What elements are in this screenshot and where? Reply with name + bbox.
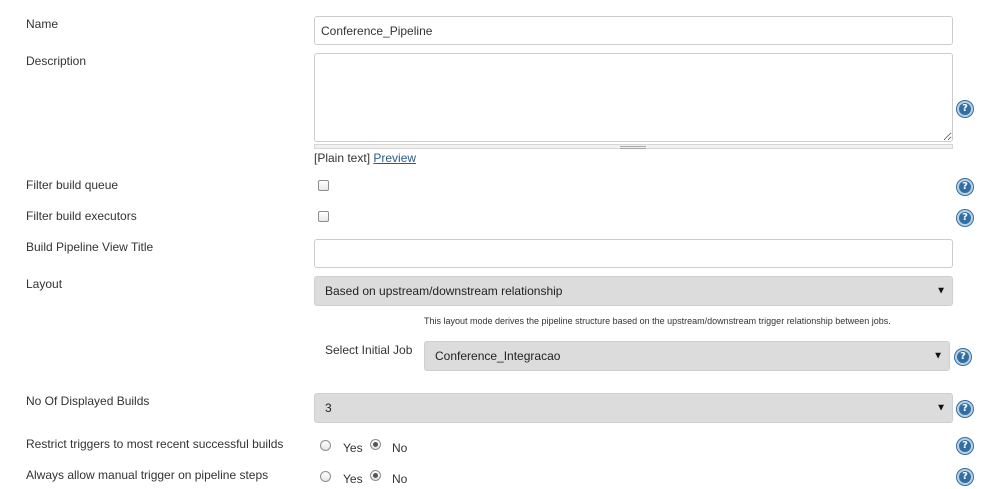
initial-job-label: Select Initial Job xyxy=(325,343,413,357)
description-textarea[interactable] xyxy=(314,53,953,142)
displayed-builds-select[interactable]: 3 ▼ xyxy=(314,393,953,423)
manual-trigger-yes-label: Yes xyxy=(343,472,363,486)
view-title-input[interactable] xyxy=(314,239,953,268)
filter-build-queue-label: Filter build queue xyxy=(26,178,119,192)
help-icon[interactable]: ? xyxy=(957,438,973,454)
initial-job-select[interactable]: Conference_Integracao ▼ xyxy=(424,341,950,371)
help-icon[interactable]: ? xyxy=(955,349,971,365)
help-icon[interactable]: ? xyxy=(957,179,973,195)
layout-label: Layout xyxy=(26,277,63,291)
restrict-triggers-yes-radio[interactable] xyxy=(320,440,331,451)
preview-link[interactable]: Preview xyxy=(373,151,416,165)
manual-trigger-label: Always allow manual trigger on pipeline … xyxy=(26,468,269,482)
layout-select[interactable]: Based on upstream/downstream relationshi… xyxy=(314,276,953,306)
manual-trigger-no-radio[interactable] xyxy=(370,470,381,481)
description-format: [Plain text] Preview xyxy=(314,151,416,165)
manual-trigger-no-label: No xyxy=(392,472,408,486)
filter-build-queue-checkbox[interactable] xyxy=(318,180,329,191)
help-icon[interactable]: ? xyxy=(957,101,973,117)
restrict-triggers-label: Restrict triggers to most recent success… xyxy=(26,437,284,451)
help-icon[interactable]: ? xyxy=(957,401,973,417)
description-label: Description xyxy=(26,54,87,68)
displayed-builds-selected-value: 3 xyxy=(325,401,332,415)
name-label: Name xyxy=(26,17,59,31)
displayed-builds-label: No Of Displayed Builds xyxy=(26,394,150,408)
restrict-triggers-no-radio[interactable] xyxy=(370,439,381,450)
view-title-label: Build Pipeline View Title xyxy=(26,240,154,254)
layout-selected-value: Based on upstream/downstream relationshi… xyxy=(325,284,563,298)
triangle-down-icon: ▼ xyxy=(933,350,943,362)
layout-hint: This layout mode derives the pipeline st… xyxy=(424,316,891,326)
name-input[interactable] xyxy=(314,16,953,45)
description-resize-handle[interactable] xyxy=(314,144,953,149)
restrict-triggers-yes-label: Yes xyxy=(343,441,363,455)
restrict-triggers-no-label: No xyxy=(392,441,408,455)
help-icon[interactable]: ? xyxy=(957,210,973,226)
triangle-down-icon: ▼ xyxy=(936,285,946,297)
triangle-down-icon: ▼ xyxy=(936,402,946,414)
filter-build-executors-checkbox[interactable] xyxy=(318,211,329,222)
help-icon[interactable]: ? xyxy=(957,469,973,485)
filter-build-executors-label: Filter build executors xyxy=(26,209,137,223)
initial-job-selected-value: Conference_Integracao xyxy=(435,349,561,363)
plain-text-indicator: [Plain text] xyxy=(314,151,371,165)
manual-trigger-yes-radio[interactable] xyxy=(320,471,331,482)
